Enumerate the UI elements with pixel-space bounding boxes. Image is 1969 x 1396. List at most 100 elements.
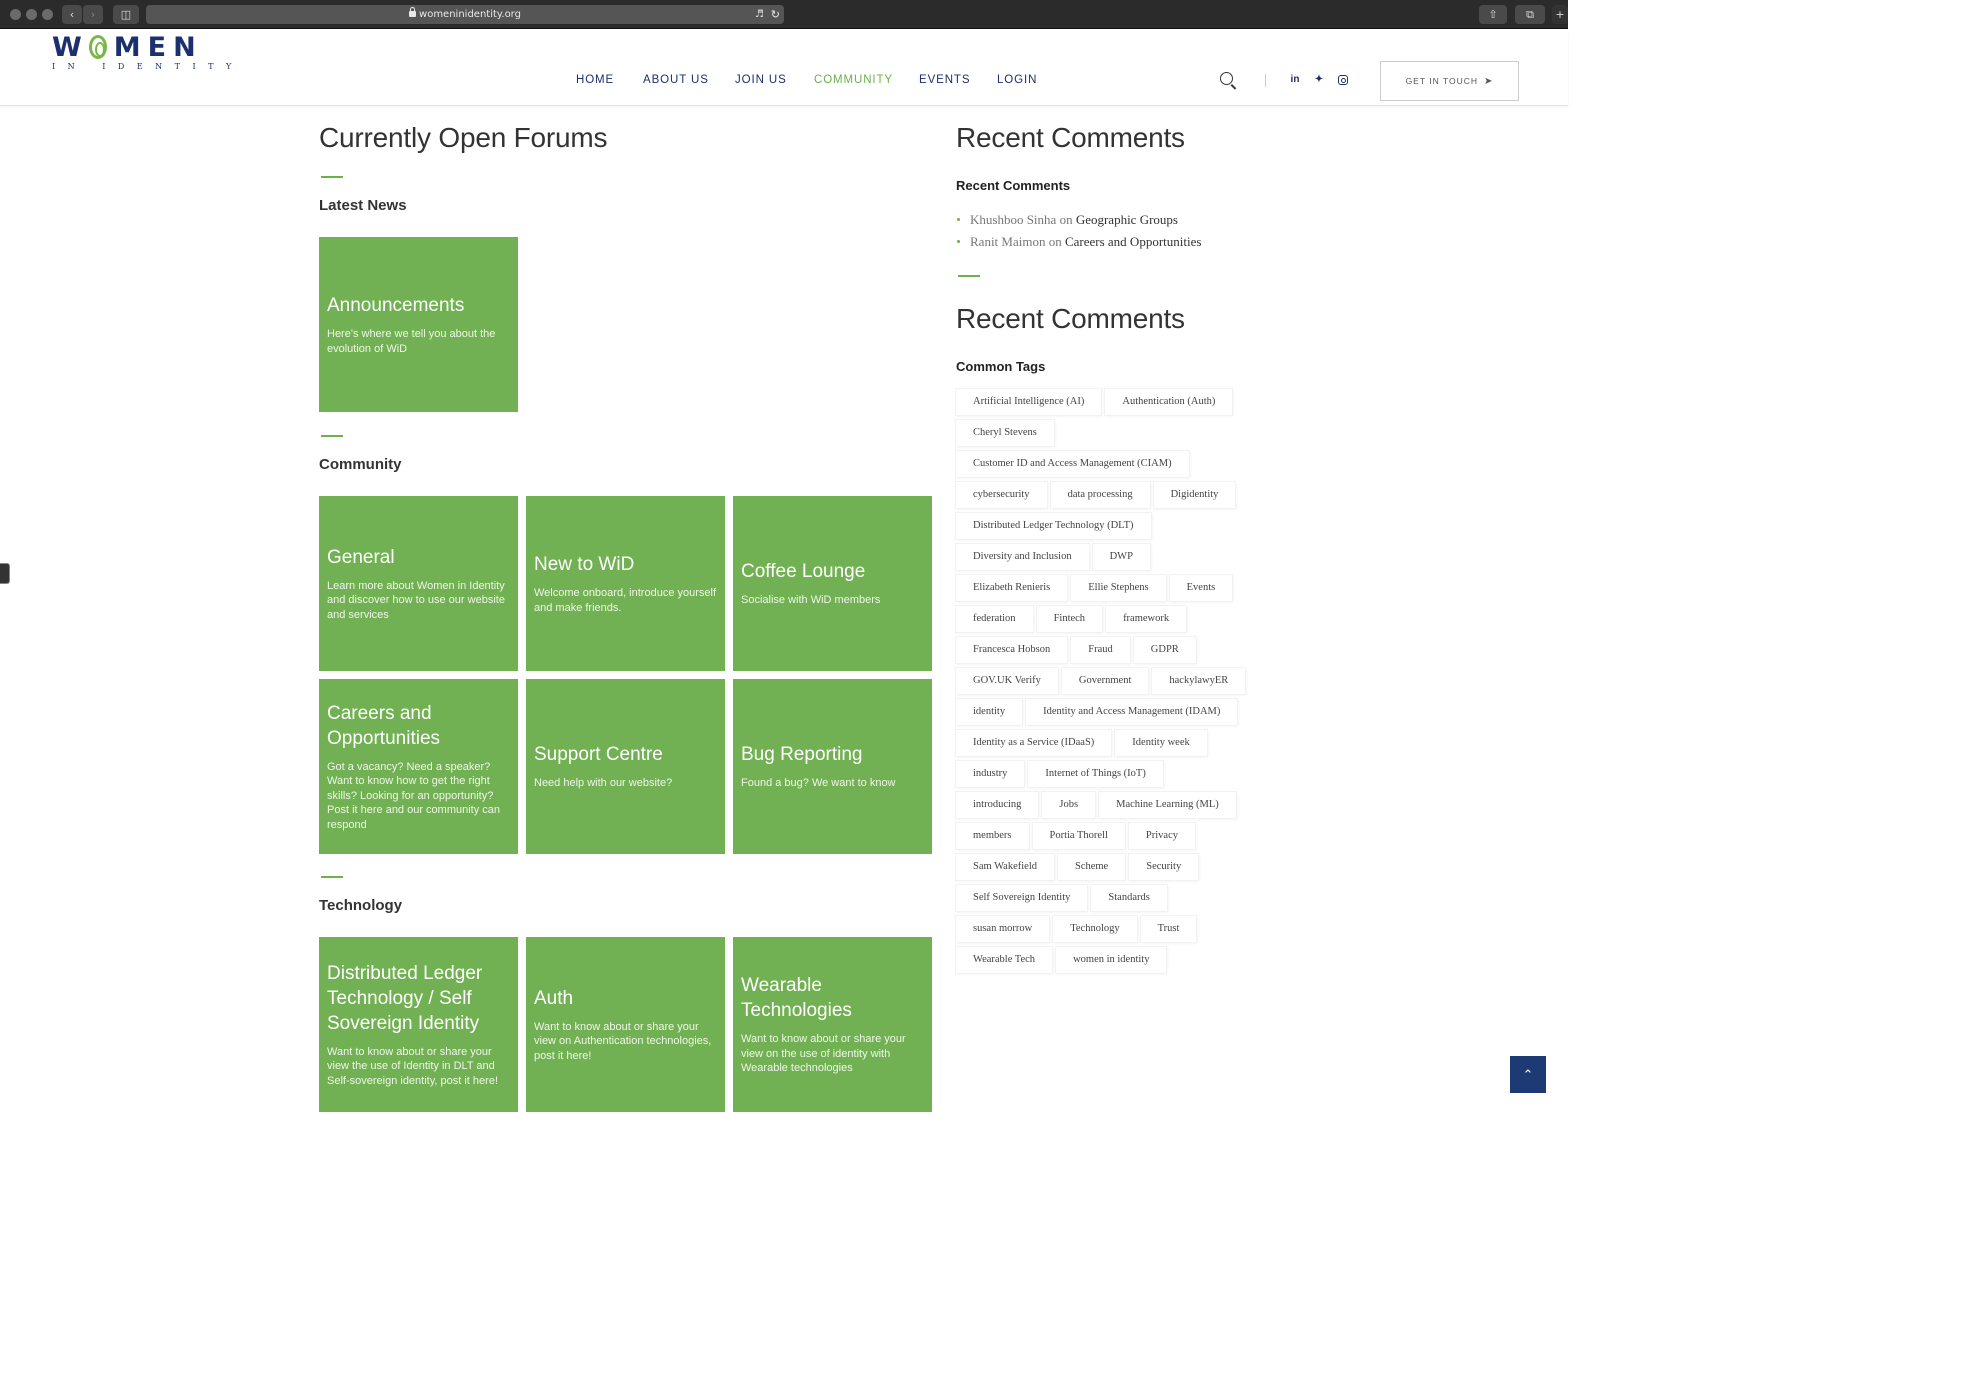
forum-title: Distributed Ledger Technology / Self Sov… [327, 962, 483, 1034]
tag-link[interactable]: DWP [1092, 544, 1150, 570]
tag-link[interactable]: hackylawyER [1152, 668, 1246, 694]
tag-link[interactable]: Scheme [1057, 854, 1126, 880]
nav-events[interactable]: EVENTS [919, 74, 970, 88]
tag-row: Elizabeth Renieris Ellie Stephens Events [956, 575, 1256, 606]
forum-tile-support-centre[interactable]: Support Centre Need help with our websit… [526, 679, 725, 854]
forum-title: Announcements [327, 295, 465, 316]
tag-link[interactable]: Wearable Tech [956, 947, 1053, 973]
comment-topic-link[interactable]: Geographic Groups [1076, 212, 1178, 227]
forum-tile-auth[interactable]: Auth Want to know about or share your vi… [526, 937, 725, 1112]
comment-author[interactable]: Khushboo Sinha [970, 212, 1056, 227]
speaker-icon[interactable]: ♬ [755, 5, 764, 24]
new-tab-icon[interactable]: + [1552, 5, 1568, 24]
tag-link[interactable]: Self Sovereign Identity [956, 885, 1088, 911]
get-in-touch-button[interactable]: GET IN TOUCH ➤ [1380, 61, 1519, 101]
tag-link[interactable]: women in identity [1056, 947, 1167, 973]
forum-tile-coffee-lounge[interactable]: Coffee Lounge Socialise with WiD members [733, 496, 932, 671]
forum-description: Want to know about or share your view on… [741, 1033, 906, 1075]
tag-link[interactable]: Identity as a Service (IDaaS) [956, 730, 1112, 756]
search-icon[interactable] [1220, 72, 1233, 85]
close-window-icon[interactable] [10, 9, 21, 20]
tag-link[interactable]: GOV.UK Verify [956, 668, 1058, 694]
tabs-overview-icon[interactable]: ⧉ [1515, 5, 1545, 24]
tag-link[interactable]: Machine Learning (ML) [1099, 792, 1236, 818]
tag-link[interactable]: GDPR [1133, 637, 1196, 663]
forum-tile-new-to-wid[interactable]: New to WiD Welcome onboard, introduce yo… [526, 496, 725, 671]
tag-link[interactable]: data processing [1050, 482, 1150, 508]
comment-topic-link[interactable]: Careers and Opportunities [1065, 234, 1201, 249]
tag-link[interactable]: Francesca Hobson [956, 637, 1068, 663]
logo-wordmark: W MEN [52, 32, 203, 63]
forum-tile-bug-reporting[interactable]: Bug Reporting Found a bug? We want to kn… [733, 679, 932, 854]
tag-link[interactable]: Security [1129, 854, 1199, 880]
address-bar[interactable]: womeninidentity.org ♬ ↻ [146, 5, 784, 24]
tag-link[interactable]: identity [956, 699, 1023, 725]
tag-link[interactable]: framework [1106, 606, 1187, 632]
twitter-icon[interactable]: ✦ [1313, 74, 1325, 86]
tag-link[interactable]: introducing [956, 792, 1039, 818]
forum-description: Found a bug? We want to know [741, 777, 896, 790]
page-title: Currently Open Forums [319, 122, 608, 153]
linkedin-icon[interactable]: in [1289, 74, 1301, 86]
fingerprint-icon [88, 35, 107, 59]
tag-link[interactable]: Ellie Stephens [1071, 575, 1166, 601]
forum-tile-careers[interactable]: Careers and Opportunities Got a vacancy?… [319, 679, 518, 854]
tag-row: federation Fintech framework [956, 606, 1256, 637]
tag-link[interactable]: Diversity and Inclusion [956, 544, 1089, 570]
section-title-community: Community [319, 456, 402, 473]
forum-tile-wearable[interactable]: Wearable Technologies Want to know about… [733, 937, 932, 1112]
tag-link[interactable]: Distributed Ledger Technology (DLT) [956, 513, 1151, 539]
tag-row: Artificial Intelligence (AI) Authenticati… [956, 389, 1256, 420]
back-arrow-icon[interactable]: ‹ [62, 5, 82, 24]
zoom-window-icon[interactable] [42, 9, 53, 20]
tag-link[interactable]: Sam Wakefield [956, 854, 1054, 880]
side-drawer-handle[interactable] [0, 563, 10, 584]
tag-link[interactable]: Identity week [1115, 730, 1207, 756]
nav-join-us[interactable]: JOIN US [735, 74, 787, 88]
tag-link[interactable]: Jobs [1042, 792, 1096, 818]
comment-author[interactable]: Ranit Maimon [970, 234, 1045, 249]
nav-about-us[interactable]: ABOUT US [643, 74, 709, 88]
tag-link[interactable]: Standards [1091, 885, 1167, 911]
tag-link[interactable]: Digidentity [1153, 482, 1236, 508]
tag-link[interactable]: members [956, 823, 1029, 849]
tag-link[interactable]: Technology [1053, 916, 1137, 942]
nav-home[interactable]: HOME [576, 74, 614, 88]
forum-tile-general[interactable]: General Learn more about Women in Identi… [319, 496, 518, 671]
nav-community[interactable]: COMMUNITY [814, 74, 893, 88]
tag-link[interactable]: Cheryl Stevens [956, 420, 1054, 446]
tag-row: industry Internet of Things (IoT) [956, 761, 1256, 792]
tag-link[interactable]: Internet of Things (IoT) [1028, 761, 1163, 787]
share-icon[interactable]: ⇧ [1479, 5, 1507, 24]
comment-item: Khushboo Sinha on Geographic Groups [956, 210, 1256, 232]
instagram-icon[interactable] [1338, 75, 1348, 85]
forum-tile-announcements[interactable]: Announcements Here's where we tell you a… [319, 237, 518, 412]
reload-icon[interactable]: ↻ [771, 5, 780, 24]
common-tags-subheading: Common Tags [956, 359, 1046, 374]
minimize-window-icon[interactable] [26, 9, 37, 20]
tag-link[interactable]: Government [1061, 668, 1149, 694]
tag-link[interactable]: cybersecurity [956, 482, 1047, 508]
tag-link[interactable]: industry [956, 761, 1025, 787]
tag-link[interactable]: Authentication (Auth) [1105, 389, 1233, 415]
forward-arrow-icon[interactable]: › [83, 5, 103, 24]
back-to-top-button[interactable]: ⌃ [1510, 1056, 1546, 1093]
tag-link[interactable]: Portia Thorell [1032, 823, 1125, 849]
tag-row: members Portia Thorell Privacy [956, 823, 1256, 854]
tag-link[interactable]: susan morrow [956, 916, 1050, 942]
forum-tile-dlt-ssi[interactable]: Distributed Ledger Technology / Self Sov… [319, 937, 518, 1112]
tag-link[interactable]: Customer ID and Access Management (CIAM) [956, 451, 1189, 477]
tag-link[interactable]: Privacy [1128, 823, 1195, 849]
tag-link[interactable]: Elizabeth Renieris [956, 575, 1068, 601]
tag-link[interactable]: federation [956, 606, 1033, 632]
tag-link[interactable]: Artificial Intelligence (AI) [956, 389, 1102, 415]
tag-link[interactable]: Events [1169, 575, 1233, 601]
section-divider [321, 176, 343, 178]
sidebar-toggle-icon[interactable]: ◫ [113, 5, 139, 24]
tag-link[interactable]: Fraud [1071, 637, 1130, 663]
tag-link[interactable]: Identity and Access Management (IDAM) [1026, 699, 1238, 725]
tag-link[interactable]: Trust [1140, 916, 1197, 942]
nav-login[interactable]: LOGIN [997, 74, 1037, 88]
site-logo[interactable]: W MEN IN IDENTITY [52, 32, 231, 71]
tag-link[interactable]: Fintech [1036, 606, 1103, 632]
